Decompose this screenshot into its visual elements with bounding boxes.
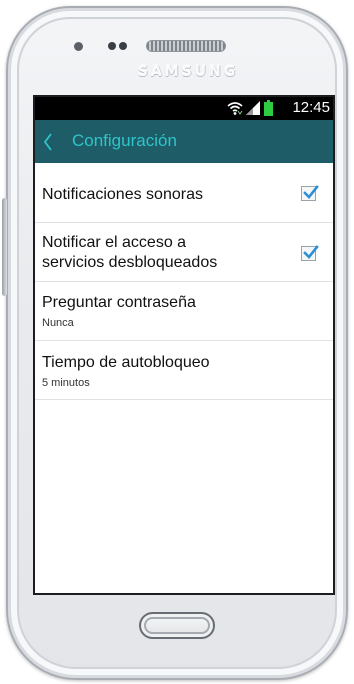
action-bar: Configuración [35, 120, 333, 163]
camera-dot [108, 42, 116, 50]
battery-icon [264, 100, 273, 116]
home-button[interactable] [139, 612, 215, 639]
setting-ask-password[interactable]: Preguntar contraseña Nunca [35, 282, 333, 341]
setting-subtitle: 5 minutos [42, 377, 90, 389]
setting-title: Preguntar contraseña [42, 294, 196, 311]
brand-logo: SAMSUNG [137, 64, 239, 80]
setting-sound-notifications[interactable]: Notificaciones sonoras [35, 163, 333, 223]
sensor-dot [74, 42, 83, 51]
status-bar: 12:45 [35, 97, 333, 120]
screen: 12:45 Configuración Notificaciones sonor… [35, 97, 333, 593]
setting-title: Notificaciones sonoras [42, 186, 203, 203]
volume-button[interactable] [2, 198, 7, 296]
wifi-icon [227, 102, 243, 115]
setting-title-line1: Notificar el acceso a [42, 234, 187, 251]
setting-title-line2: servicios desbloqueados [42, 254, 218, 271]
signal-icon [246, 101, 260, 115]
chevron-left-icon[interactable] [43, 133, 53, 151]
setting-subtitle: Nunca [42, 317, 74, 329]
checkmark-icon [303, 245, 319, 259]
setting-title: Tiempo de autobloqueo [42, 354, 210, 371]
setting-notify-unlock-access[interactable]: Notificar el acceso a servicios desbloqu… [35, 223, 333, 282]
camera-dot [119, 42, 127, 50]
checkmark-icon [303, 185, 319, 199]
setting-autolock-time[interactable]: Tiempo de autobloqueo 5 minutos [35, 341, 333, 400]
status-time: 12:45 [292, 99, 330, 116]
page-title: Configuración [72, 131, 177, 150]
notify-unlock-checkbox[interactable] [301, 245, 319, 261]
sound-notifications-checkbox[interactable] [301, 185, 319, 201]
earpiece-speaker [146, 40, 226, 52]
